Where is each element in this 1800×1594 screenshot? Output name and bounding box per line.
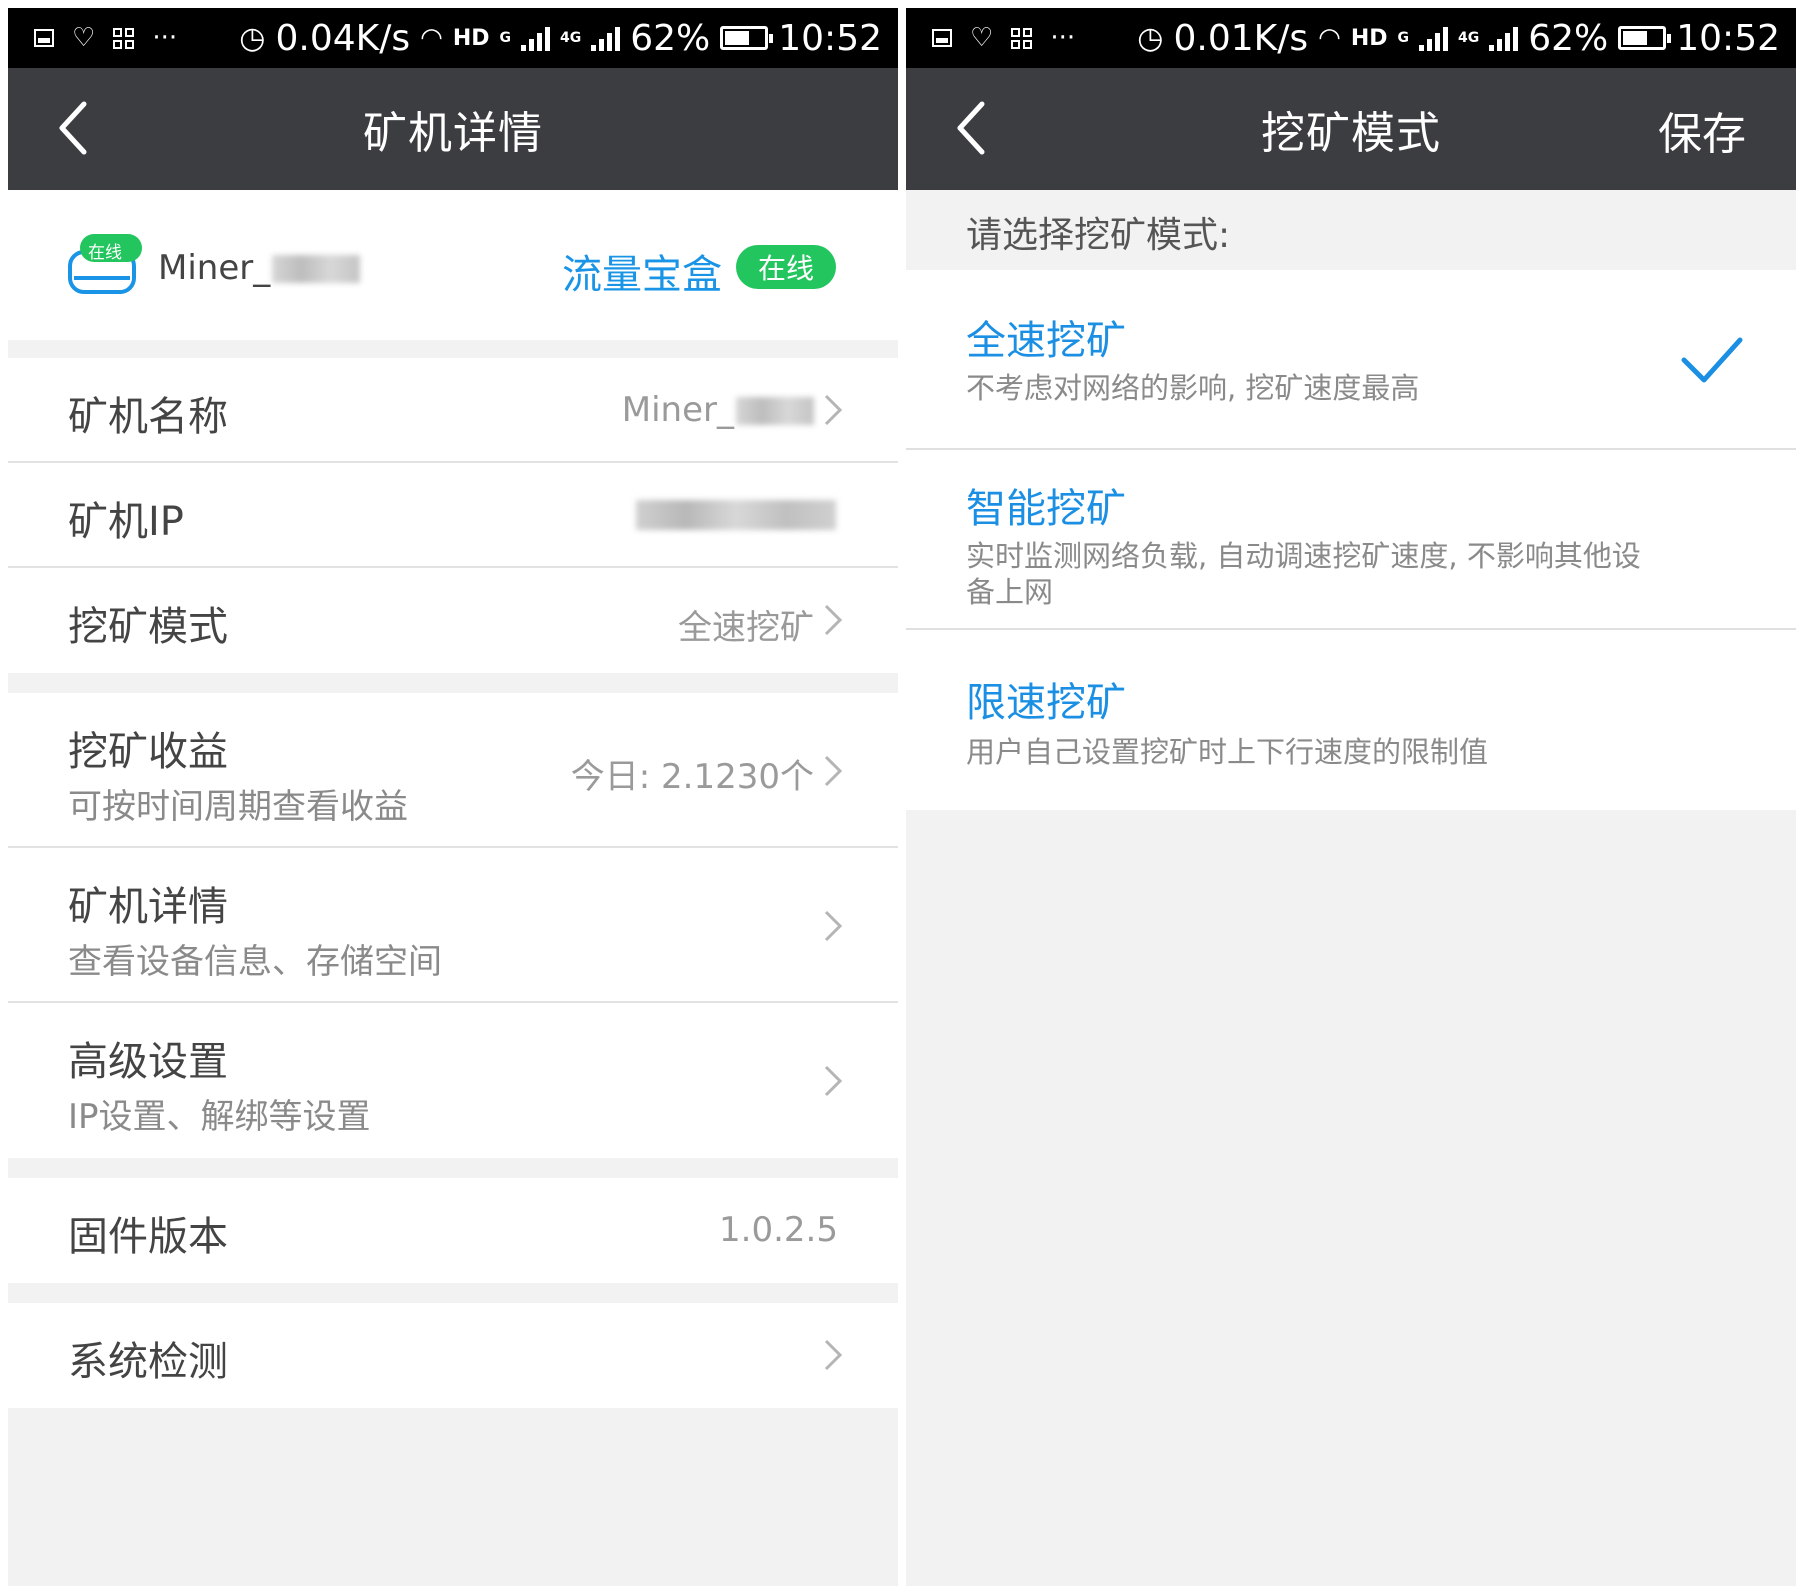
mode-prompt: 请选择挖矿模式: — [966, 215, 1231, 256]
mode-description: 用户自己设置挖矿时上下行速度的限制值 — [966, 735, 1489, 769]
row-label: 挖矿模式 — [68, 604, 228, 650]
network-speed: 0.04K/s — [275, 17, 411, 59]
mining-mode-screen: ♡ ··· ◷ 0.01K/s ◠ HD G 4G 62% 10:52 挖矿模式… — [906, 8, 1796, 1586]
chevron-right-icon — [824, 755, 843, 787]
miner-online-mini-badge: 在线 — [88, 243, 122, 263]
row-sublabel: 可按时间周期查看收益 — [68, 787, 408, 827]
row-value: 1.0.2.5 — [719, 1210, 838, 1250]
row-sublabel: 查看设备信息、存储空间 — [68, 942, 442, 982]
app-header: 矿机详情 — [8, 68, 898, 190]
battery-percent: 62% — [630, 17, 711, 59]
redacted-text — [272, 255, 361, 283]
row-mining-earnings[interactable]: 挖矿收益 可按时间周期查看收益 今日: 2.1230个 — [8, 693, 898, 848]
miner-brand: 流量宝盒 — [562, 252, 722, 298]
chevron-right-icon — [824, 1065, 843, 1097]
battery-icon — [1618, 26, 1672, 50]
image-notification-icon — [34, 29, 54, 47]
miner-name: Miner_ — [158, 248, 361, 288]
network-4g-label: 4G — [1458, 30, 1480, 46]
mode-description: 实时监测网络负载, 自动调速挖矿速度, 不影响其他设备上网 — [966, 539, 1641, 609]
row-miner-details[interactable]: 矿机详情 查看设备信息、存储空间 — [8, 848, 898, 1003]
row-sublabel: IP设置、解绑等设置 — [68, 1097, 371, 1137]
signal-bars-4g-icon — [591, 25, 621, 51]
page-title: 挖矿模式 — [1261, 108, 1441, 159]
apps-grid-icon — [1011, 27, 1033, 49]
hd-indicator: HD — [452, 25, 490, 51]
heart-rate-icon: ♡ — [970, 23, 994, 53]
row-label: 矿机详情 — [68, 884, 228, 930]
mode-option-limited[interactable]: 限速挖矿 用户自己设置挖矿时上下行速度的限制值 — [906, 630, 1796, 810]
row-miner-ip: 矿机IP — [8, 463, 898, 568]
checkmark-icon — [1681, 337, 1743, 383]
miner-summary-card: 在线 Miner_ 流量宝盒 在线 — [8, 190, 898, 340]
row-mining-mode[interactable]: 挖矿模式 全速挖矿 — [8, 568, 898, 673]
row-value: 全速挖矿 — [678, 608, 814, 648]
alarm-icon: ◷ — [239, 20, 266, 56]
network-speed: 0.01K/s — [1173, 17, 1309, 59]
wifi-icon: ◠ — [1318, 23, 1341, 53]
wifi-icon: ◠ — [420, 23, 443, 53]
network-g-label: G — [499, 30, 512, 46]
mode-option-full-speed[interactable]: 全速挖矿 不考虑对网络的影响, 挖矿速度最高 — [906, 270, 1796, 450]
row-label: 挖矿收益 — [68, 729, 228, 775]
save-button[interactable]: 保存 — [1658, 98, 1746, 162]
more-notifications-icon: ··· — [1050, 23, 1076, 53]
mode-title: 全速挖矿 — [966, 318, 1126, 364]
battery-icon — [720, 26, 774, 50]
signal-bars-icon — [521, 25, 550, 51]
more-notifications-icon: ··· — [152, 23, 178, 53]
hd-indicator: HD — [1350, 25, 1388, 51]
row-label: 矿机IP — [68, 499, 184, 545]
back-arrow-icon[interactable] — [948, 98, 1008, 158]
clock-time: 10:52 — [778, 17, 882, 59]
chevron-right-icon — [824, 910, 843, 942]
chevron-right-icon — [824, 1339, 843, 1371]
miner-details-screen: ♡ ··· ◷ 0.04K/s ◠ HD G 4G 62% 10:52 矿机详情… — [8, 8, 898, 1586]
heart-rate-icon: ♡ — [72, 23, 96, 53]
row-miner-name[interactable]: 矿机名称 Miner_ — [8, 358, 898, 463]
mode-title: 智能挖矿 — [966, 486, 1126, 532]
row-label: 矿机名称 — [68, 394, 228, 440]
mode-description: 不考虑对网络的影响, 挖矿速度最高 — [966, 371, 1420, 405]
app-header: 挖矿模式 保存 — [906, 68, 1796, 190]
row-firmware-version: 固件版本 1.0.2.5 — [8, 1178, 898, 1283]
row-label: 高级设置 — [68, 1039, 228, 1085]
page-title: 矿机详情 — [363, 108, 543, 159]
apps-grid-icon — [113, 27, 135, 49]
clock-time: 10:52 — [1676, 17, 1780, 59]
chevron-right-icon — [824, 394, 843, 426]
status-bar: ♡ ··· ◷ 0.04K/s ◠ HD G 4G 62% 10:52 — [8, 8, 898, 68]
row-value — [636, 499, 836, 539]
mode-option-smart[interactable]: 智能挖矿 实时监测网络负载, 自动调速挖矿速度, 不影响其他设备上网 — [906, 450, 1796, 630]
signal-bars-icon — [1419, 25, 1448, 51]
row-value: Miner_ — [622, 390, 814, 430]
row-label: 固件版本 — [68, 1214, 228, 1260]
chevron-right-icon — [824, 604, 843, 636]
status-badge: 在线 — [736, 245, 836, 289]
alarm-icon: ◷ — [1137, 20, 1164, 56]
row-value: 今日: 2.1230个 — [570, 757, 814, 797]
image-notification-icon — [932, 29, 952, 47]
row-label: 系统检测 — [68, 1339, 228, 1385]
back-arrow-icon[interactable] — [50, 98, 110, 158]
row-system-diagnose[interactable]: 系统检测 — [8, 1303, 898, 1408]
network-g-label: G — [1397, 30, 1410, 46]
redacted-text — [636, 500, 836, 530]
network-4g-label: 4G — [560, 30, 582, 46]
row-advanced-settings[interactable]: 高级设置 IP设置、解绑等设置 — [8, 1003, 898, 1158]
battery-percent: 62% — [1528, 17, 1609, 59]
signal-bars-4g-icon — [1489, 25, 1519, 51]
redacted-text — [736, 397, 814, 425]
status-bar: ♡ ··· ◷ 0.01K/s ◠ HD G 4G 62% 10:52 — [906, 8, 1796, 68]
mode-title: 限速挖矿 — [966, 680, 1126, 726]
